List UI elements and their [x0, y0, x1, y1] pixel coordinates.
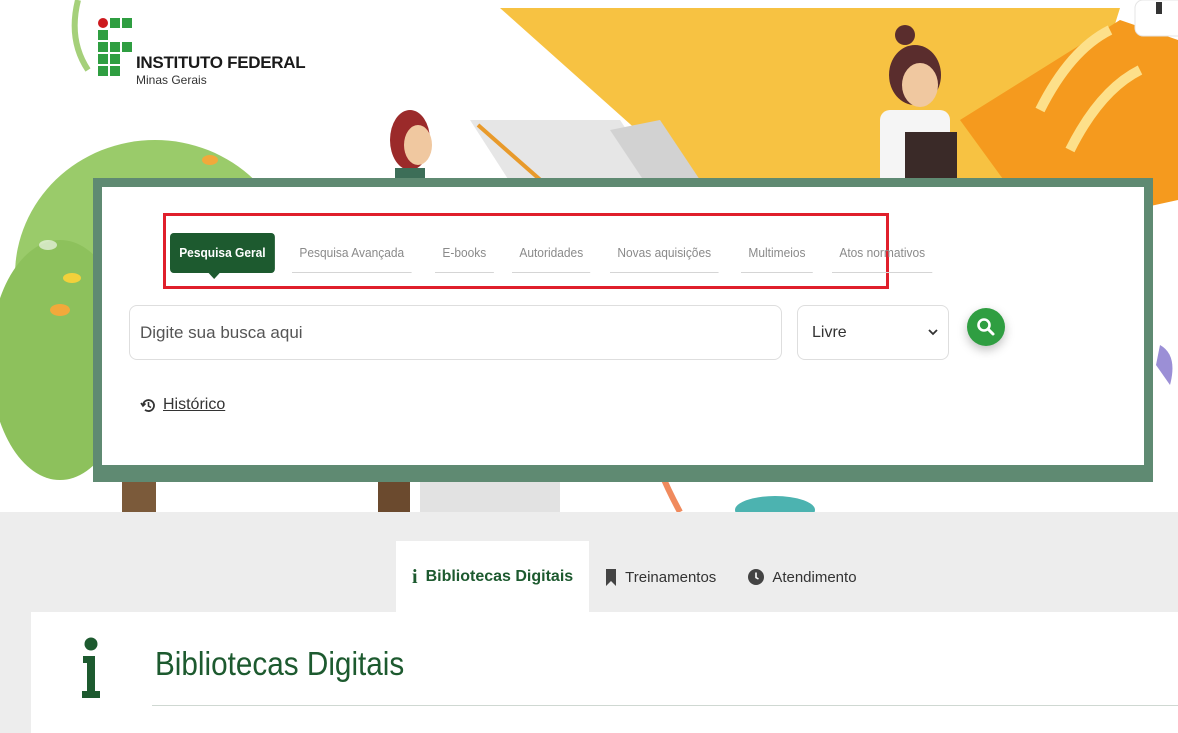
tab-atos-normativos[interactable]: Atos normativos: [832, 233, 933, 273]
info-tabs: i Bibliotecas Digitais Treinamentos Aten…: [396, 541, 873, 613]
tab-treinamentos[interactable]: Treinamentos: [589, 541, 732, 613]
tab-pesquisa-avancada[interactable]: Pesquisa Avançada: [291, 233, 412, 273]
tab-novas-aquisicoes[interactable]: Novas aquisições: [610, 233, 719, 273]
tab-bibliotecas-digitais[interactable]: i Bibliotecas Digitais: [396, 541, 590, 613]
logo-mark: [98, 18, 132, 76]
search-button[interactable]: [967, 308, 1005, 346]
tab-label: Bibliotecas Digitais: [425, 568, 574, 585]
search-input[interactable]: [129, 305, 782, 360]
history-link-group[interactable]: Histórico: [140, 396, 225, 414]
history-icon: [140, 397, 157, 414]
instituto-federal-logo[interactable]: INSTITUTO FEDERAL Minas Gerais: [98, 18, 306, 87]
info-icon: [80, 636, 102, 702]
tab-label: Atendimento: [772, 568, 857, 586]
search-type-select[interactable]: Livre: [797, 305, 949, 360]
info-icon: i: [412, 565, 418, 588]
section-divider: [152, 705, 1178, 706]
history-link[interactable]: Histórico: [163, 396, 225, 414]
section-title: Bibliotecas Digitais: [155, 645, 405, 682]
chevron-down-icon: [928, 327, 938, 339]
select-value: Livre: [812, 323, 847, 341]
logo-title: INSTITUTO FEDERAL: [136, 53, 306, 72]
logo-subtitle: Minas Gerais: [136, 73, 207, 87]
tab-e-books[interactable]: E-books: [434, 233, 494, 273]
tab-label: Treinamentos: [625, 568, 717, 586]
tab-atendimento[interactable]: Atendimento: [732, 541, 872, 613]
tab-multimeios[interactable]: Multimeios: [740, 233, 813, 273]
bookmark-icon: [605, 568, 617, 586]
search-icon: [976, 317, 996, 337]
search-tabs: Pesquisa Geral Pesquisa Avançada E-books…: [170, 233, 954, 279]
tab-autoridades[interactable]: Autoridades: [511, 233, 591, 273]
tab-pesquisa-geral[interactable]: Pesquisa Geral: [170, 233, 275, 279]
clock-icon: [748, 569, 765, 585]
